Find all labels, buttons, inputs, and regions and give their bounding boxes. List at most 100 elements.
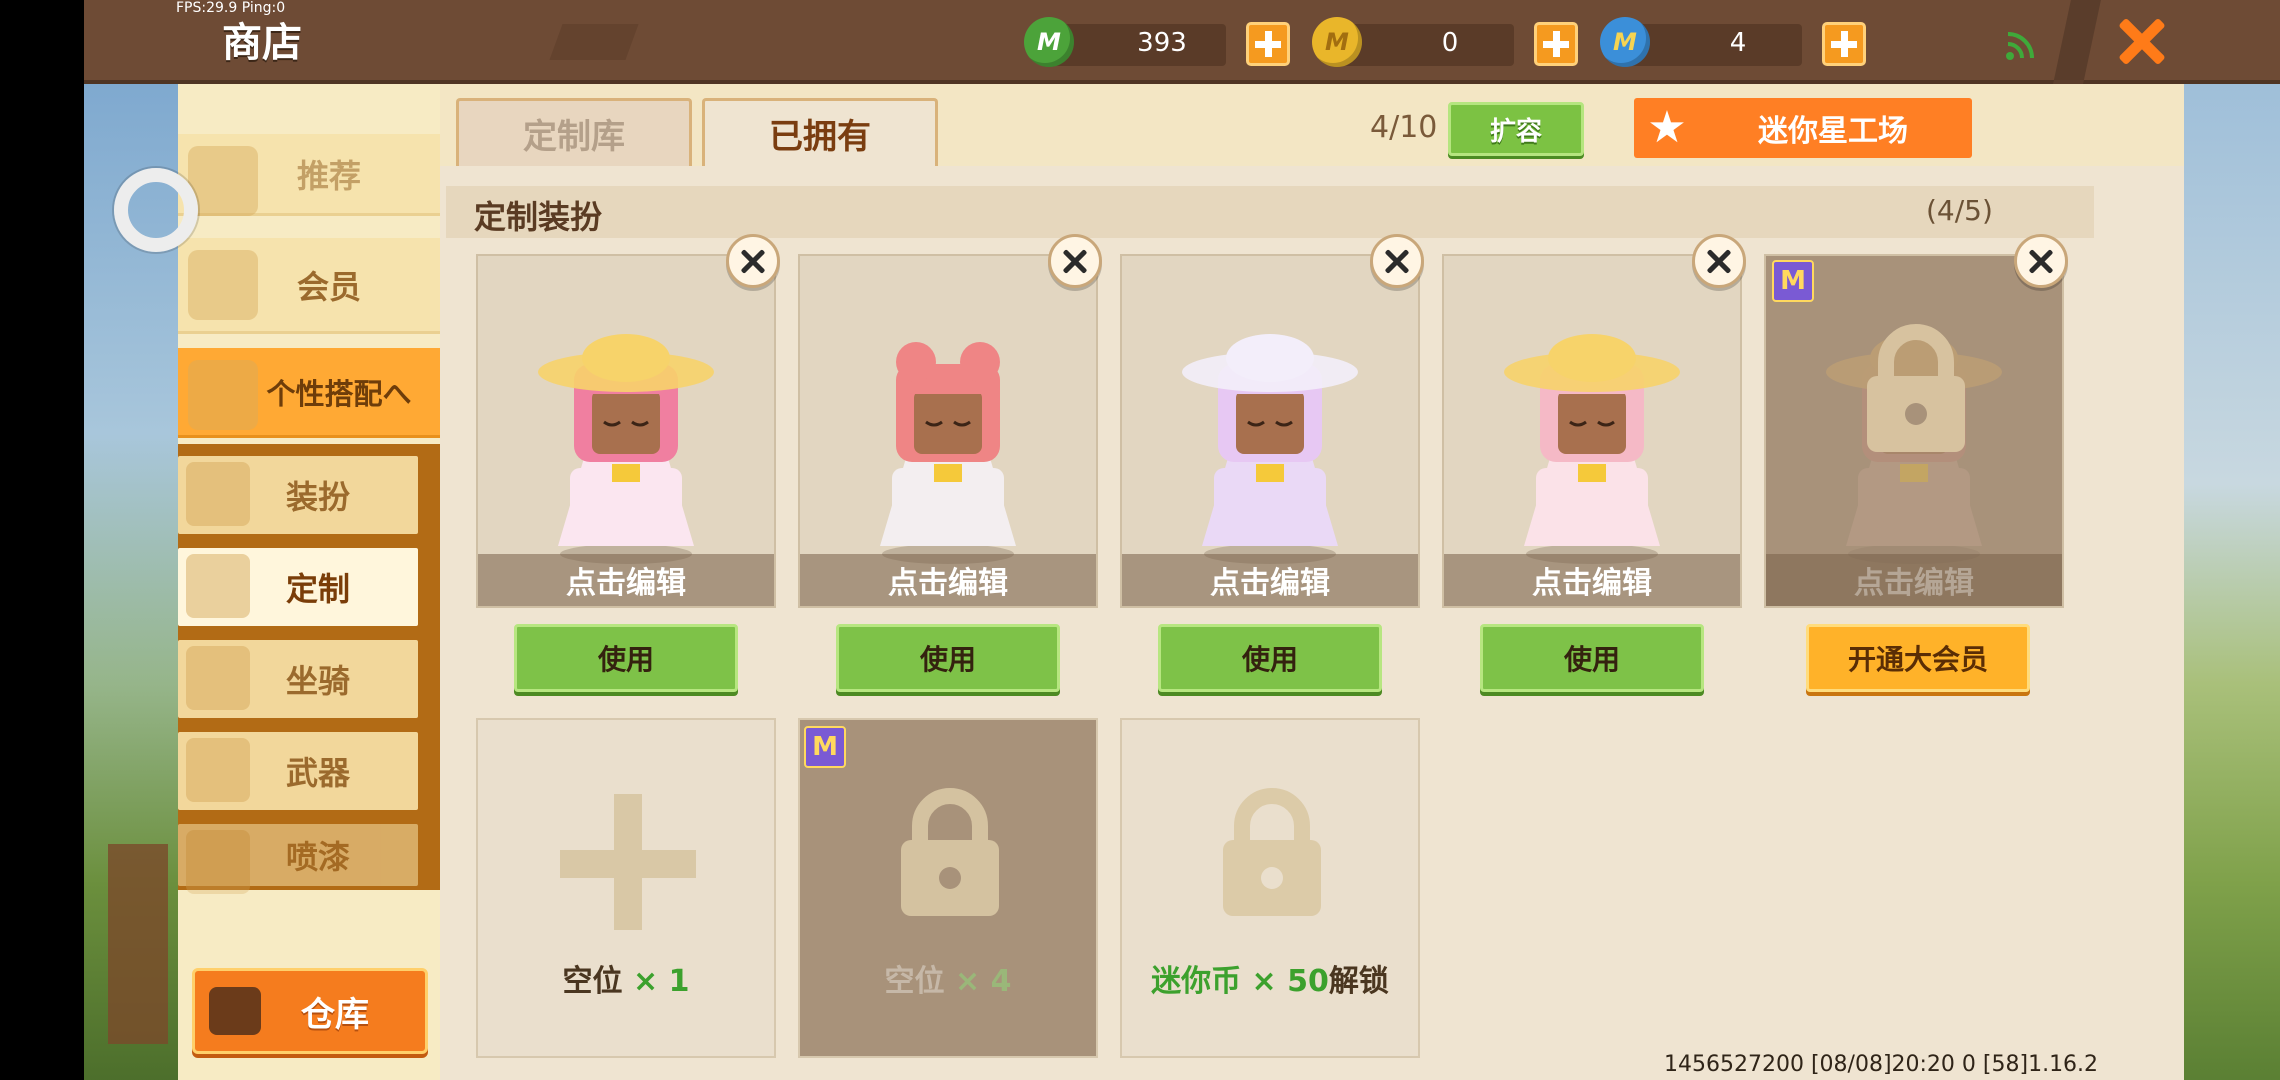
use-outfit-button[interactable]: 使用 [1480,624,1704,692]
shirt-icon [186,462,250,526]
avatar-preview [1182,334,1358,564]
edit-caption: 点击编辑 [1766,554,2062,606]
use-label: 使用 [1563,643,1620,676]
lock-icon [901,788,999,916]
add-beans-button[interactable] [1246,22,1290,66]
section-title: 定制装扮 [474,198,603,236]
arm [656,468,682,528]
bean-count: 393 [1137,28,1187,58]
use-outfit-button[interactable]: 使用 [1158,624,1382,692]
edit-caption[interactable]: 点击编辑 [478,554,774,606]
slot-label: 迷你币 × 50解锁 [1151,964,1389,999]
edit-caption[interactable]: 点击编辑 [800,554,1096,606]
warehouse-button[interactable]: 仓库 [192,968,428,1054]
sidebar-item-recommend[interactable]: 推荐 [178,134,440,216]
capacity-counter: 4/10 [1370,110,1438,145]
mini-coin-icon: M [1312,17,1362,67]
locked-slot-coins[interactable]: 迷你币 × 50解锁 [1120,718,1420,1058]
gun-icon [186,738,250,802]
sidebar-subitem-weapon[interactable]: 武器 [178,732,418,810]
signal-icon [2006,32,2034,60]
sidebar-subitem-outfit[interactable]: 装扮 [178,456,418,534]
edit-caption[interactable]: 点击编辑 [1444,554,1740,606]
bow [1578,464,1606,482]
mini-bean-icon: M [1024,17,1074,67]
vip-badge-icon: M [804,726,846,768]
outfit-card[interactable]: 点击编辑 [1120,254,1420,608]
tab-label: 定制库 [523,117,625,157]
floating-joystick-ring[interactable] [114,168,198,252]
bow [1256,464,1284,482]
star-coin-icon: M [1600,17,1650,67]
sidebar-subitem-custom[interactable]: 定制 [178,548,418,626]
chest-icon [209,987,261,1035]
arm [1622,468,1648,528]
sidebar-subitem-label: 武器 [285,754,350,792]
workshop-label: 迷你星工场 [1758,114,1908,149]
arm [1944,468,1970,528]
sidebar-subitem-label: 定制 [285,570,350,608]
add-coins-button[interactable] [1534,22,1578,66]
lock-icon [1867,324,1965,452]
outfit-card-locked[interactable]: 点击编辑 [1764,254,2064,608]
star-icon: ★ [1647,102,1687,153]
scene-background-right [2184,84,2280,1080]
delete-outfit-button[interactable] [1692,234,1746,288]
use-outfit-button[interactable]: 使用 [514,624,738,692]
outfit-card[interactable]: 点击编辑 [798,254,1098,608]
mini-workshop-button[interactable]: ★ 迷你星工场 [1634,98,1972,158]
add-star-coins-button[interactable] [1822,22,1866,66]
face [1236,390,1304,454]
star-coin-count: 4 [1729,28,1747,58]
expand-capacity-button[interactable]: 扩容 [1448,102,1584,156]
face [914,390,982,454]
arm [1536,468,1562,528]
trophy-icon [188,360,258,430]
sidebar-item-member[interactable]: 会员 [178,238,440,334]
bow [934,464,962,482]
face [1558,390,1626,454]
expand-label: 扩容 [1489,116,1542,147]
member-icon [188,250,258,320]
hat-crown [582,334,670,382]
warehouse-label: 仓库 [301,994,369,1035]
sidebar-subitem-label: 装扮 [285,478,350,516]
mount-icon [186,646,250,710]
empty-slot[interactable]: 空位 × 1 [476,718,776,1058]
delete-outfit-button[interactable] [1048,234,1102,288]
bow [1900,464,1928,482]
sidebar-item-personal-outfit[interactable]: 个性搭配へ [178,348,440,438]
slot-label: 空位 × 4 [884,964,1012,999]
activate-vip-button[interactable]: 开通大会员 [1806,624,2030,692]
outfit-card[interactable]: 点击编辑 [476,254,776,608]
use-label: 使用 [1241,643,1298,676]
delete-outfit-button[interactable] [2014,234,2068,288]
outfit-card[interactable]: 点击编辑 [1442,254,1742,608]
lock-icon [1223,788,1321,916]
sidebar-subitem-label: 喷漆 [285,838,350,876]
tab-custom-library[interactable]: 定制库 [456,98,692,166]
edit-caption[interactable]: 点击编辑 [1122,554,1418,606]
hat-crown [1226,334,1314,382]
game-screen: FPS:29.9 Ping:0 商店 M 393 M 0 M 4 推荐 会员 个… [0,0,2280,1080]
pencil-icon [186,554,250,618]
delete-outfit-button[interactable] [1370,234,1424,288]
avatar-preview [1504,334,1680,564]
face [592,390,660,454]
sidebar-subitem-label: 坐骑 [285,662,350,700]
section-header [446,186,2094,238]
close-shop-button[interactable] [2110,10,2174,74]
avatar-preview [538,334,714,564]
recommend-icon [188,146,258,216]
wooden-post [108,844,168,1044]
add-slot-icon [560,794,696,930]
sidebar-subitem-mount[interactable]: 坐骑 [178,640,418,718]
use-outfit-button[interactable]: 使用 [836,624,1060,692]
sidebar-subitem-spray[interactable]: 喷漆 [178,824,418,894]
hair-bun [960,342,1000,382]
delete-outfit-button[interactable] [726,234,780,288]
tab-label: 已拥有 [769,117,871,157]
vip-badge-icon: M [1772,260,1814,302]
tab-owned[interactable]: 已拥有 [702,98,938,166]
locked-slot-vip[interactable]: 空位 × 4 [798,718,1098,1058]
